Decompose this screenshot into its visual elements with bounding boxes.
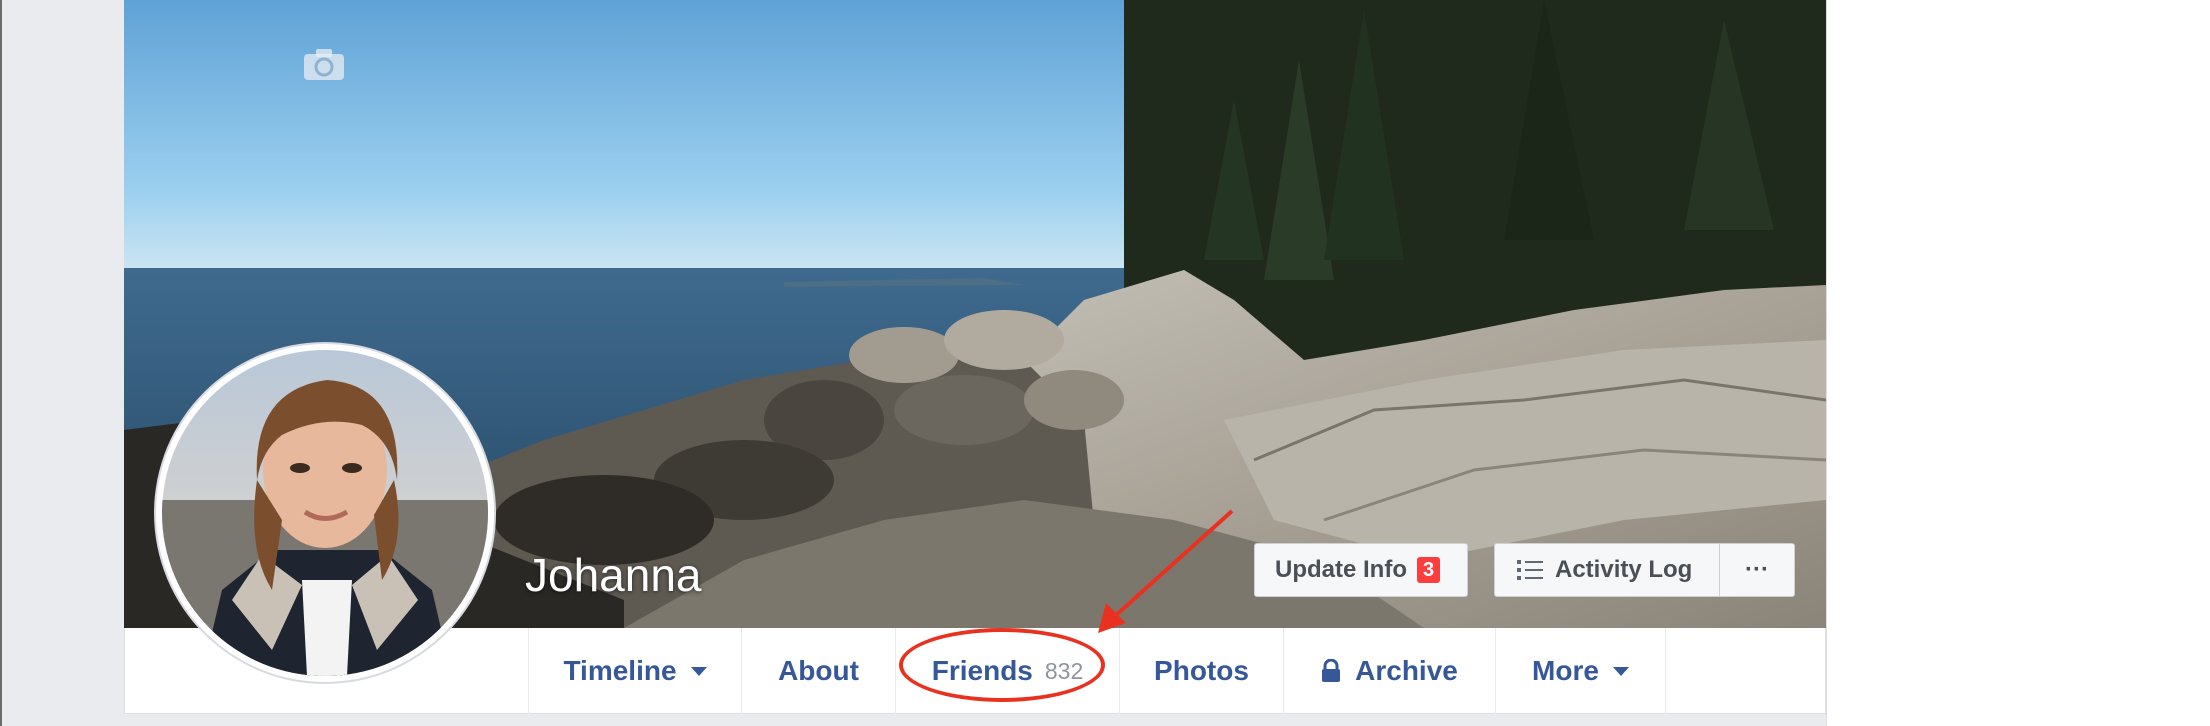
tab-timeline[interactable]: Timeline [528, 628, 741, 714]
friends-count: 832 [1044, 657, 1084, 684]
right-column [1826, 0, 2210, 726]
lock-icon [1321, 659, 1341, 683]
tab-label: More [1532, 655, 1599, 686]
update-info-button[interactable]: Update Info 3 [1254, 543, 1468, 597]
tab-label: Archive [1355, 655, 1458, 686]
chevron-down-icon [1612, 666, 1629, 676]
tab-photos[interactable]: Photos [1119, 628, 1283, 714]
tab-archive[interactable]: Archive [1283, 628, 1495, 714]
more-options-button[interactable]: ··· [1719, 543, 1795, 597]
activity-log-label: Activity Log [1555, 556, 1693, 583]
profile-picture[interactable] [156, 344, 494, 682]
profile-tabs: Timeline About Friends 832 Photos Archiv… [528, 628, 1666, 714]
profile-name[interactable]: Johanna [525, 548, 702, 602]
tab-label: About [778, 655, 859, 686]
tab-about[interactable]: About [741, 628, 895, 714]
tab-more[interactable]: More [1495, 628, 1666, 714]
tab-label: Timeline [563, 655, 677, 686]
tab-friends[interactable]: Friends 832 [895, 628, 1119, 714]
window-edge [0, 0, 2, 726]
notification-badge: 3 [1417, 557, 1441, 583]
list-icon [1517, 558, 1543, 582]
camera-icon[interactable] [302, 46, 346, 82]
more-options-icon: ··· [1745, 556, 1769, 583]
tab-label: Friends [931, 655, 1033, 686]
activity-log-button[interactable]: Activity Log [1494, 543, 1720, 597]
tab-label: Photos [1154, 655, 1249, 686]
chevron-down-icon [690, 666, 707, 676]
update-info-label: Update Info [1275, 556, 1407, 583]
